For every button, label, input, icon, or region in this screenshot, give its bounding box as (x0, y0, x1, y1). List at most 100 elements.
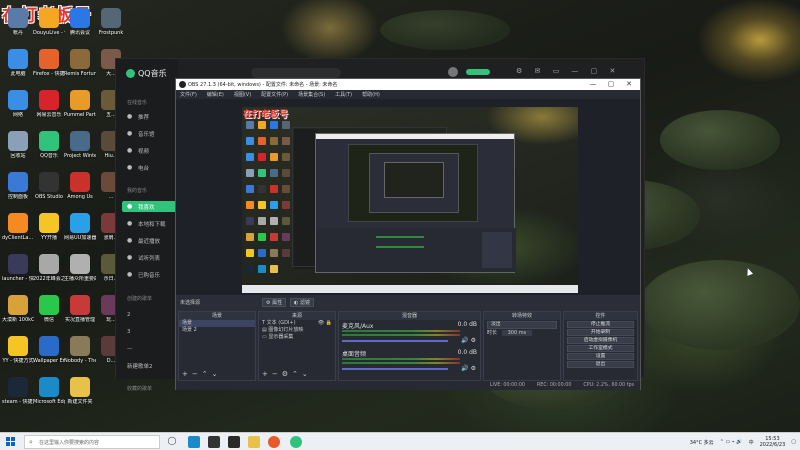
source-item[interactable]: ▤ 图像幻灯片放映 (259, 327, 335, 334)
qqmusic-search-input[interactable] (251, 68, 341, 78)
edge-taskbar-icon[interactable] (188, 436, 200, 448)
sidebar-item[interactable]: ● 已购音乐 (122, 269, 176, 280)
control-button[interactable]: 开始录制 (567, 329, 634, 336)
desktop-icon[interactable]: 此电脑 (2, 49, 34, 77)
transition-type-select[interactable]: 淡出 (487, 321, 557, 329)
desktop-icon[interactable]: 网易UU加速器 (64, 213, 96, 241)
control-button[interactable]: 停止推流 (567, 321, 634, 328)
ime-indicator[interactable]: 中 (749, 439, 754, 446)
qqmusic-taskbar-icon[interactable] (290, 436, 302, 448)
mute-settings-icon[interactable]: 🔊 ⚙ (461, 365, 476, 372)
scene-controls[interactable]: +−⌃⌄ (182, 370, 221, 378)
desktop-icon[interactable]: Wallpaper Engine - ... (33, 336, 65, 364)
desktop-icon[interactable]: dyClientLa... - 快捷方式 (2, 213, 34, 241)
properties-button[interactable]: ⚙ 属性 (262, 298, 287, 307)
taskbar-search-input[interactable]: ⌕ 在这里输入你要搜索的内容 (24, 435, 160, 449)
control-button[interactable]: 启动虚拟摄像机 (567, 337, 634, 344)
mute-settings-icon[interactable]: 🔊 ⚙ (461, 337, 476, 344)
desktop-icon[interactable]: Nobody - The Turna... (64, 336, 96, 364)
desktop-icon[interactable]: YY - 快捷方式 (2, 336, 34, 364)
sidebar-item[interactable]: ● 试听列表 (122, 252, 176, 263)
source-item[interactable]: ▭ 显示器采集 (259, 334, 335, 341)
desktop-icon[interactable]: Project Winter (64, 131, 96, 159)
tray-icons[interactable]: ⌃ ▭ ⌁ 🔊 (720, 439, 743, 445)
desktop-icon[interactable]: 新建文件夹 (64, 377, 96, 405)
desktop-icon[interactable]: 帐丹 (2, 8, 34, 36)
menu-item[interactable]: 帮助(H) (362, 91, 380, 98)
control-button[interactable]: 工作室模式 (567, 345, 634, 352)
duration-input[interactable]: 300 ms (501, 330, 533, 336)
sidebar-item[interactable]: ● 推荐 (122, 111, 176, 122)
desktop-icon[interactable]: QQ音乐 (33, 131, 65, 159)
menu-item[interactable]: 场景集合(S) (298, 91, 325, 98)
task-view-icon[interactable]: ◯ (166, 436, 178, 448)
desktop-icon[interactable]: Frostpunk (95, 8, 127, 36)
sidebar-item[interactable]: ● 音乐馆 (122, 128, 176, 139)
sidebar-item[interactable]: ● 电台 (122, 162, 176, 173)
media-taskbar-icon[interactable] (228, 436, 240, 448)
yy-icon (39, 213, 59, 233)
desktop-icon[interactable]: 网易云音乐 (33, 90, 65, 118)
firefox-taskbar-icon[interactable] (268, 436, 280, 448)
volume-slider[interactable] (342, 368, 448, 370)
sources-dock: 来源 T 文本 (GDI+) 👁 🔒 ▤ 图像幻灯片放映 ▭ 显示器采集 +−⚙… (258, 311, 336, 381)
playlist-item[interactable]: — (122, 343, 176, 354)
source-controls[interactable]: +−⚙⌃⌄ (262, 370, 312, 378)
explorer-taskbar-icon[interactable] (248, 436, 260, 448)
control-button[interactable]: 退出 (567, 361, 634, 368)
eye-lock-icon[interactable]: 👁 🔒 (318, 320, 335, 327)
notifications-icon[interactable]: ▢ (791, 439, 796, 445)
obs-window[interactable]: OBS 27.1.3 (64-bit, windows) - 配置文件: 未命名… (175, 78, 641, 390)
scene-item[interactable]: 场景 2 (179, 327, 255, 334)
weather-widget[interactable]: 34°C 多云 (690, 439, 714, 446)
start-button[interactable] (6, 437, 16, 447)
menu-item[interactable]: 工具(T) (335, 91, 352, 98)
minimize-button[interactable]: — (584, 79, 602, 90)
desktop-icon-label: Among Us (67, 194, 93, 200)
clock[interactable]: 15:53 2022/6/23 (760, 436, 786, 448)
playlist-item[interactable]: 新建歌单2 (122, 360, 176, 371)
cpu-indicator: CPU: 2.2%, 60.00 fps (583, 383, 634, 388)
playlist-item[interactable]: 3 (122, 326, 176, 337)
desktop-icon[interactable]: OBS Studio (33, 172, 65, 200)
desktop-icon[interactable]: Among Us (64, 172, 96, 200)
desktop-icon[interactable]: 控制面板 (2, 172, 34, 200)
scene-item[interactable]: 场景 (179, 320, 255, 327)
desktop-icon[interactable]: 回收站 (2, 131, 34, 159)
desktop-icon[interactable]: Pummel Party (64, 90, 96, 118)
desktop-icon[interactable]: 微信 (33, 295, 65, 323)
desktop-icon[interactable]: DouyuLive - 快捷方式 (33, 8, 65, 36)
menu-item[interactable]: 视图(V) (234, 91, 251, 98)
obs-taskbar-icon[interactable] (208, 436, 220, 448)
user-avatar[interactable] (448, 67, 458, 77)
menu-item[interactable]: 配置文件(P) (261, 91, 288, 98)
desktop-icon[interactable]: 实况直播管理 (64, 295, 96, 323)
desktop-icon[interactable]: 大漠新 100kChe... (2, 295, 34, 323)
playlist-item[interactable]: 2 (122, 309, 176, 320)
menu-item[interactable]: 文件(F) (180, 91, 197, 98)
sidebar-item[interactable]: ● 视频 (122, 145, 176, 156)
vip-badge[interactable] (466, 69, 490, 75)
desktop-icon[interactable]: Remis Fortune ... (64, 49, 96, 77)
desktop-icon[interactable]: 主播众所重要的图 (64, 254, 96, 282)
obs-preview-canvas[interactable]: 在打老板号 (242, 107, 578, 293)
volume-slider[interactable] (342, 340, 448, 342)
filters-button[interactable]: ◐ 滤镜 (290, 298, 314, 307)
desktop-icon[interactable]: launcher - 快捷方式 (2, 254, 34, 282)
sidebar-item[interactable]: ● 本地和下载 (122, 218, 176, 229)
desktop-icon[interactable]: 网络 (2, 90, 34, 118)
qqmusic-window-controls[interactable]: ⚙ ✉ ▭ — ▢ ✕ (516, 67, 620, 75)
close-button[interactable]: ✕ (620, 79, 638, 90)
desktop-icon[interactable]: 腾讯会议 (64, 8, 96, 36)
source-item[interactable]: T 文本 (GDI+) 👁 🔒 (259, 320, 335, 327)
desktop-icon[interactable]: 2022年峰会之森的特质 (33, 254, 65, 282)
control-button[interactable]: 设置 (567, 353, 634, 360)
desktop-icon[interactable]: steam - 快捷方式 (2, 377, 34, 405)
maximize-button[interactable]: ▢ (602, 79, 620, 90)
desktop-icon[interactable]: YY开播 (33, 213, 65, 241)
menu-item[interactable]: 编辑(E) (207, 91, 224, 98)
desktop-icon[interactable]: Firefox - 快捷方式 (33, 49, 65, 77)
desktop-icon[interactable]: Microsoft Edge (33, 377, 65, 405)
sidebar-item[interactable]: ● 最近播放 (122, 235, 176, 246)
sidebar-item[interactable]: ● 我喜欢 (122, 201, 176, 212)
